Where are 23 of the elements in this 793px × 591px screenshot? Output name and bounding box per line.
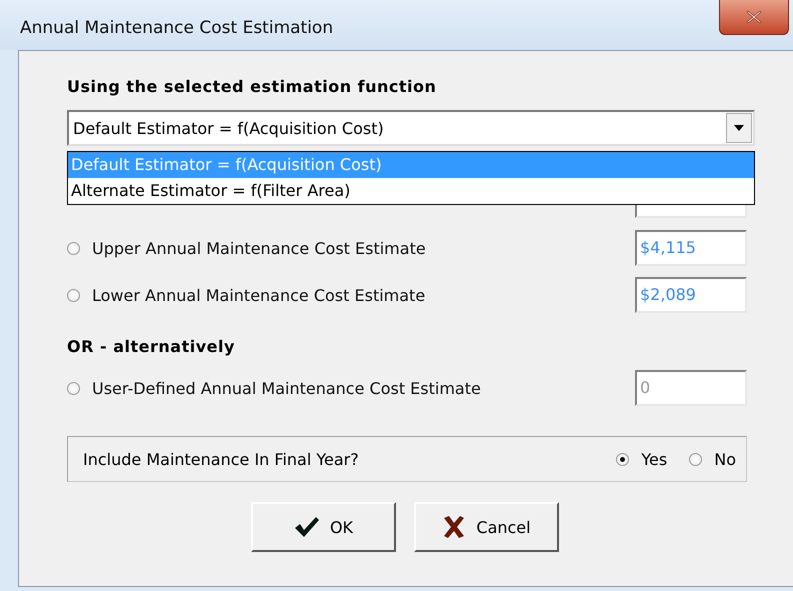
- radio-button[interactable]: [67, 288, 80, 302]
- option-label: No: [714, 450, 736, 468]
- cancel-button[interactable]: Cancel: [414, 502, 559, 552]
- radio-button[interactable]: [616, 452, 630, 466]
- section-heading: Using the selected estimation function: [67, 77, 438, 96]
- estimate-label: Upper Annual Maintenance Cost Estimate: [92, 238, 426, 258]
- estimator-dropdown[interactable]: Default Estimator = f(Acquisition Cost): [67, 110, 755, 146]
- ok-button[interactable]: OK: [251, 502, 396, 552]
- window-title: Annual Maintenance Cost Estimation: [19, 17, 334, 38]
- close-icon: [746, 10, 762, 24]
- check-icon: [294, 516, 320, 538]
- dropdown-option[interactable]: Alternate Estimator = f(Filter Area): [68, 178, 754, 204]
- estimate-label: Lower Annual Maintenance Cost Estimate: [92, 286, 426, 304]
- radio-button[interactable]: [67, 242, 80, 254]
- option-label: Yes: [641, 450, 668, 468]
- radio-button[interactable]: [689, 452, 702, 466]
- section-heading: OR - alternatively: [67, 337, 236, 356]
- x-icon: [442, 515, 466, 539]
- estimate-label: User-Defined Annual Maintenance Cost Estimate: [92, 378, 481, 398]
- caret-icon: [734, 125, 744, 131]
- question-label: Include Maintenance In Final Year?: [83, 450, 359, 468]
- dropdown-button[interactable]: [726, 113, 752, 143]
- close-button[interactable]: [719, 0, 789, 35]
